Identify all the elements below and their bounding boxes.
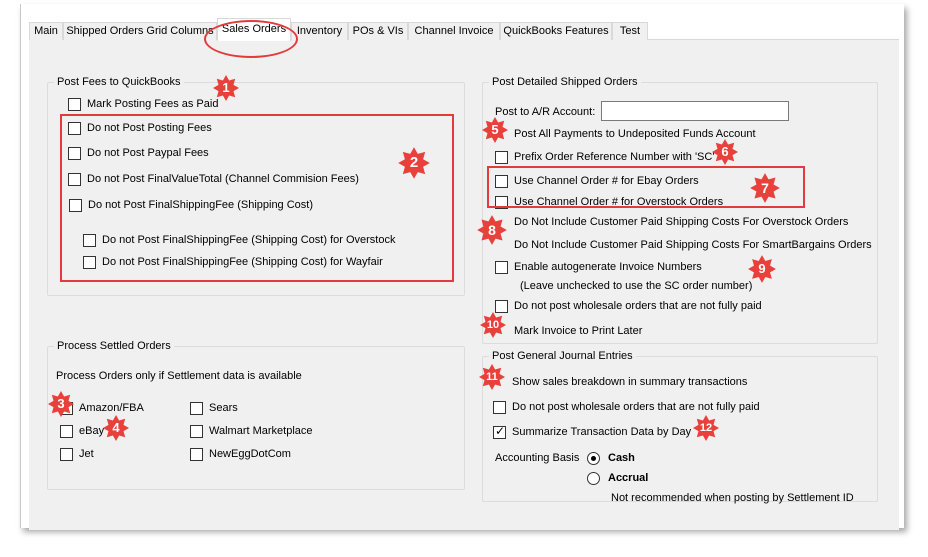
sears-checkbox[interactable]: Sears	[190, 401, 238, 415]
radio-circle[interactable]	[587, 471, 600, 485]
exclude-shipping-smartbargains-label[interactable]: Do Not Include Customer Paid Shipping Co…	[514, 238, 872, 252]
tab-inventory[interactable]: Inventory	[291, 22, 348, 40]
checkbox-box[interactable]	[60, 424, 73, 438]
ebay-checkbox[interactable]: eBay	[60, 424, 104, 438]
tab-sales-orders[interactable]: Sales Orders	[217, 18, 291, 41]
badge-11-icon: 11	[478, 363, 506, 391]
do-not-post-wholesale-unpaid-checkbox[interactable]: Do not post wholesale orders that are no…	[495, 299, 762, 313]
badge-7-icon: 7	[749, 172, 781, 204]
post-fees-title: Post Fees to QuickBooks	[54, 75, 184, 89]
cash-radio[interactable]: Cash	[587, 451, 635, 465]
jet-checkbox[interactable]: Jet	[60, 447, 94, 461]
badge-1-icon: 1	[212, 74, 240, 102]
newegg-checkbox[interactable]: NewEggDotCom	[190, 447, 291, 461]
tab-channel-invoice[interactable]: Channel Invoice	[408, 22, 500, 40]
checkbox-box[interactable]	[190, 401, 203, 415]
checkbox-box[interactable]	[495, 150, 508, 164]
checkbox-box-checked[interactable]	[493, 424, 506, 439]
prefix-order-reference-checkbox[interactable]: Prefix Order Reference Number with 'SC'	[495, 150, 714, 164]
exclude-shipping-overstock-label[interactable]: Do Not Include Customer Paid Shipping Co…	[514, 215, 848, 229]
checkbox-box[interactable]	[68, 97, 81, 111]
tab-quickbooks-features[interactable]: QuickBooks Features	[500, 22, 612, 40]
autogenerate-note: (Leave unchecked to use the SC order num…	[520, 280, 753, 292]
badge-4-icon: 4	[102, 414, 130, 442]
tab-main[interactable]: Main	[29, 22, 63, 40]
post-general-journal-title: Post General Journal Entries	[489, 349, 636, 363]
annotation-box-post-fees	[60, 114, 454, 282]
accrual-note: Not recommended when posting by Settleme…	[611, 492, 854, 504]
badge-12-icon: 12	[692, 414, 720, 442]
badge-9-icon: 9	[747, 254, 777, 284]
settlement-note: Process Orders only if Settlement data i…	[56, 370, 302, 382]
show-sales-breakdown-label[interactable]: Show sales breakdown in summary transact…	[512, 375, 747, 389]
process-settled-orders-title: Process Settled Orders	[54, 339, 174, 353]
badge-3-icon: 3	[47, 390, 75, 418]
post-general-journal-group: Post General Journal Entries Show sales …	[482, 349, 878, 504]
ar-account-input[interactable]	[601, 101, 789, 121]
checkbox-box[interactable]	[190, 424, 203, 438]
checkbox-box[interactable]	[190, 447, 203, 461]
settings-window: Main Shipped Orders Grid Columns Sales O…	[20, 4, 904, 530]
badge-5-icon: 5	[481, 116, 509, 144]
mark-posting-fees-paid-checkbox[interactable]: Mark Posting Fees as Paid	[68, 97, 218, 111]
tab-test[interactable]: Test	[612, 22, 648, 40]
ar-account-label: Post to A/R Account:	[495, 106, 596, 118]
tab-bar: Main Shipped Orders Grid Columns Sales O…	[29, 18, 899, 58]
badge-8-icon: 8	[476, 214, 508, 246]
badge-6-icon: 6	[711, 138, 739, 166]
post-detailed-shipped-orders-title: Post Detailed Shipped Orders	[489, 75, 641, 89]
sales-orders-panel: Post Fees to QuickBooks Mark Posting Fee…	[29, 40, 899, 530]
post-detailed-shipped-orders-group: Post Detailed Shipped Orders Post to A/R…	[482, 75, 878, 344]
autogenerate-invoice-checkbox[interactable]: Enable autogenerate Invoice Numbers	[495, 260, 702, 274]
checkbox-box[interactable]	[60, 447, 73, 461]
summarize-by-day-checkbox[interactable]: Summarize Transaction Data by Day	[493, 424, 691, 439]
tab-shipped-orders-grid-columns[interactable]: Shipped Orders Grid Columns	[63, 22, 217, 40]
accounting-basis-label: Accounting Basis	[495, 452, 580, 464]
badge-2-icon: 2	[397, 146, 431, 180]
mark-invoice-print-later-label[interactable]: Mark Invoice to Print Later	[514, 324, 642, 338]
tab-pos-vis[interactable]: POs & VIs	[348, 22, 408, 40]
journal-do-not-post-wholesale-checkbox[interactable]: Do not post wholesale orders that are no…	[493, 400, 760, 414]
checkbox-box[interactable]	[493, 400, 506, 414]
checkbox-box[interactable]	[495, 260, 508, 274]
radio-circle-selected[interactable]	[587, 451, 600, 465]
walmart-marketplace-checkbox[interactable]: Walmart Marketplace	[190, 424, 313, 438]
badge-10-icon: 10	[479, 311, 507, 339]
accrual-radio[interactable]: Accrual	[587, 471, 648, 485]
